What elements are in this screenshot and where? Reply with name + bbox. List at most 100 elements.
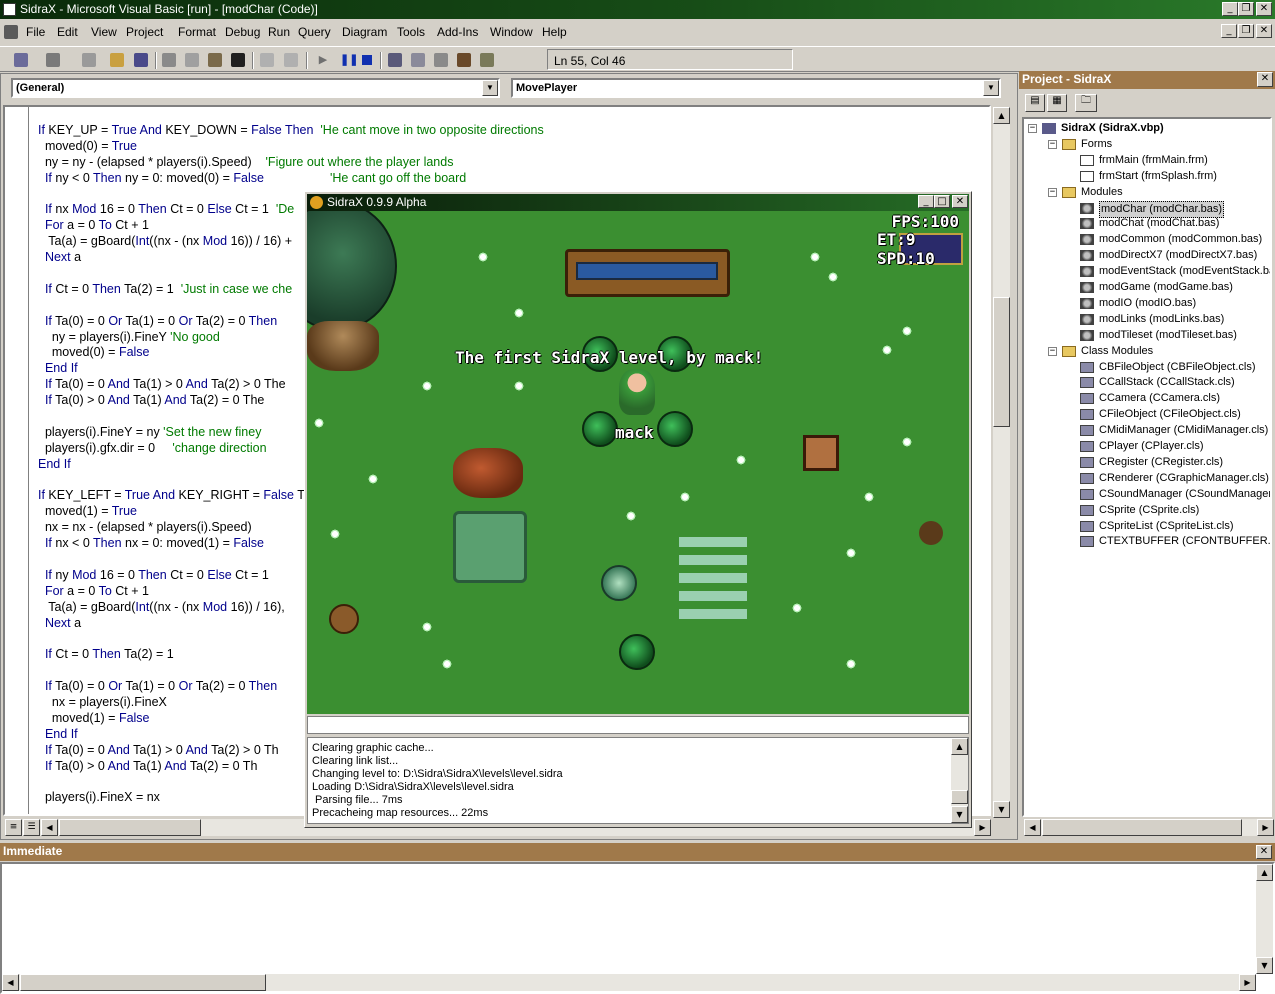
scroll-left-icon[interactable]: ◀ bbox=[1024, 819, 1041, 836]
game-window[interactable]: SidraX 0.9.9 Alpha _ □ ✕ FPS:100 ET:9 SP… bbox=[304, 191, 972, 828]
maximize-icon[interactable]: □ bbox=[934, 195, 950, 208]
mdi-minimize-icon[interactable]: _ bbox=[1221, 24, 1237, 38]
close-icon[interactable]: ✕ bbox=[1256, 845, 1272, 859]
form-layout-icon[interactable] bbox=[434, 53, 448, 67]
code-margin[interactable] bbox=[5, 107, 29, 814]
menu-help[interactable]: Help bbox=[542, 25, 567, 39]
toolbox-icon[interactable] bbox=[480, 53, 494, 67]
game-chat-input[interactable] bbox=[307, 716, 969, 734]
scroll-up-icon[interactable]: ▲ bbox=[951, 738, 968, 755]
class-icon bbox=[1080, 393, 1094, 405]
vb-app-icon[interactable] bbox=[3, 3, 16, 16]
scroll-up-icon[interactable]: ▲ bbox=[1256, 864, 1273, 881]
menu-view[interactable]: View bbox=[91, 25, 117, 39]
close-icon[interactable]: ✕ bbox=[952, 195, 968, 208]
code-line[interactable]: moved(0) = True bbox=[38, 139, 544, 155]
add-project-icon[interactable] bbox=[14, 53, 28, 67]
object-combo[interactable]: (General) ▼ bbox=[11, 78, 500, 98]
game-title: SidraX 0.9.9 Alpha bbox=[327, 195, 427, 209]
procedure-combo[interactable]: MovePlayer ▼ bbox=[511, 78, 1001, 98]
end-icon[interactable] bbox=[362, 55, 372, 65]
scroll-down-icon[interactable]: ▼ bbox=[951, 806, 968, 823]
open-project-icon[interactable] bbox=[110, 53, 124, 67]
bush-sprite bbox=[619, 634, 655, 670]
game-title-bar[interactable]: SidraX 0.9.9 Alpha _ □ ✕ bbox=[307, 194, 969, 211]
chevron-down-icon[interactable]: ▼ bbox=[482, 80, 498, 96]
scroll-thumb[interactable] bbox=[1042, 819, 1242, 836]
save-project-icon[interactable] bbox=[134, 53, 148, 67]
procedure-view-icon[interactable]: ≡ bbox=[5, 819, 22, 836]
mdi-restore-icon[interactable]: ❐ bbox=[1238, 24, 1254, 38]
scroll-down-icon[interactable]: ▼ bbox=[993, 801, 1010, 818]
menu-addins[interactable]: Add-Ins bbox=[437, 25, 478, 39]
tree-horizontal-scrollbar[interactable]: ◀ ▶ bbox=[1024, 819, 1274, 836]
code-line[interactable]: If ny < 0 Then ny = 0: moved(0) = False … bbox=[38, 171, 544, 187]
find-icon[interactable] bbox=[231, 53, 245, 67]
app-title-bar: SidraX - Microsoft Visual Basic [run] - … bbox=[0, 0, 1275, 19]
cut-icon[interactable] bbox=[162, 53, 176, 67]
game-log[interactable]: Clearing graphic cache... Clearing link l… bbox=[307, 737, 969, 824]
immediate-vertical-scrollbar[interactable]: ▲ ▼ bbox=[1256, 864, 1273, 974]
scroll-up-icon[interactable]: ▲ bbox=[993, 107, 1010, 124]
properties-icon[interactable] bbox=[411, 53, 425, 67]
close-icon[interactable]: ✕ bbox=[1256, 2, 1272, 16]
scroll-thumb[interactable] bbox=[20, 974, 266, 991]
menu-window[interactable]: Window bbox=[490, 25, 533, 39]
menu-format[interactable]: Format bbox=[178, 25, 216, 39]
project-explorer-icon[interactable] bbox=[388, 53, 402, 67]
menu-run[interactable]: Run bbox=[268, 25, 290, 39]
scroll-left-icon[interactable]: ◀ bbox=[41, 819, 58, 836]
project-tree[interactable]: − SidraX (SidraX.vbp) − Forms frmMain (frmMa… bbox=[1022, 117, 1272, 817]
full-module-view-icon[interactable]: ☰ bbox=[23, 819, 40, 836]
scroll-right-icon[interactable]: ▶ bbox=[1239, 974, 1256, 991]
game-viewport[interactable]: FPS:100 ET:9 SPD:10 The first SidraX lev… bbox=[307, 211, 969, 714]
menu-query[interactable]: Query bbox=[298, 25, 331, 39]
scroll-down-icon[interactable]: ▼ bbox=[1256, 957, 1273, 974]
restore-icon[interactable]: ❐ bbox=[1238, 2, 1254, 16]
object-browser-icon[interactable] bbox=[457, 53, 471, 67]
copy-icon[interactable] bbox=[185, 53, 199, 67]
chevron-down-icon[interactable]: ▼ bbox=[983, 80, 999, 96]
scroll-right-icon[interactable]: ▶ bbox=[974, 819, 991, 836]
undo-icon[interactable] bbox=[260, 53, 274, 67]
menu-file[interactable]: File bbox=[26, 25, 45, 39]
tree-item-label: modTileset (modTileset.bas) bbox=[1099, 328, 1237, 341]
collapse-icon[interactable]: − bbox=[1028, 124, 1037, 133]
menu-project[interactable]: Project bbox=[126, 25, 163, 39]
code-vertical-scrollbar[interactable]: ▲ ▼ bbox=[993, 107, 1010, 818]
close-icon[interactable]: ✕ bbox=[1257, 72, 1273, 87]
tree-item-label: SidraX (SidraX.vbp) bbox=[1061, 122, 1164, 134]
menu-tools[interactable]: Tools bbox=[397, 25, 425, 39]
start-icon[interactable]: ▶ bbox=[316, 53, 330, 67]
player-name-label: mack bbox=[615, 423, 654, 442]
scroll-thumb[interactable] bbox=[59, 819, 201, 836]
view-code-icon[interactable]: ▤ bbox=[1025, 94, 1045, 112]
scroll-right-icon[interactable]: ▶ bbox=[1257, 819, 1274, 836]
game-app-icon[interactable] bbox=[310, 196, 323, 209]
log-scrollbar[interactable]: ▲ ▼ bbox=[951, 738, 968, 823]
scroll-thumb[interactable] bbox=[993, 297, 1010, 427]
flower-sprite bbox=[791, 602, 803, 614]
menu-edit[interactable]: Edit bbox=[57, 25, 78, 39]
collapse-icon[interactable]: − bbox=[1048, 187, 1057, 197]
collapse-icon[interactable]: − bbox=[1048, 139, 1057, 149]
redo-icon[interactable] bbox=[284, 53, 298, 67]
scroll-left-icon[interactable]: ◀ bbox=[2, 974, 19, 991]
view-object-icon[interactable]: ▦ bbox=[1047, 94, 1067, 112]
collapse-icon[interactable]: − bbox=[1048, 346, 1057, 356]
immediate-horizontal-scrollbar[interactable]: ◀ ▶ bbox=[2, 974, 1256, 991]
scroll-thumb[interactable] bbox=[951, 790, 968, 804]
code-line[interactable]: ny = ny - (elapsed * players(i).Speed) '… bbox=[38, 155, 544, 171]
minimize-icon[interactable]: _ bbox=[918, 195, 934, 208]
code-window-icon[interactable] bbox=[4, 25, 18, 39]
menu-editor-icon[interactable] bbox=[82, 53, 96, 67]
menu-diagram[interactable]: Diagram bbox=[342, 25, 387, 39]
add-form-icon[interactable] bbox=[46, 53, 60, 67]
menu-debug[interactable]: Debug bbox=[225, 25, 260, 39]
minimize-icon[interactable]: _ bbox=[1222, 2, 1238, 16]
toggle-folders-icon[interactable]: 🗀 bbox=[1075, 94, 1097, 112]
paste-icon[interactable] bbox=[208, 53, 222, 67]
break-icon[interactable]: ❚❚ bbox=[340, 53, 358, 67]
mdi-close-icon[interactable]: ✕ bbox=[1256, 24, 1272, 38]
code-line[interactable]: If KEY_UP = True And KEY_DOWN = False Th… bbox=[38, 123, 544, 139]
